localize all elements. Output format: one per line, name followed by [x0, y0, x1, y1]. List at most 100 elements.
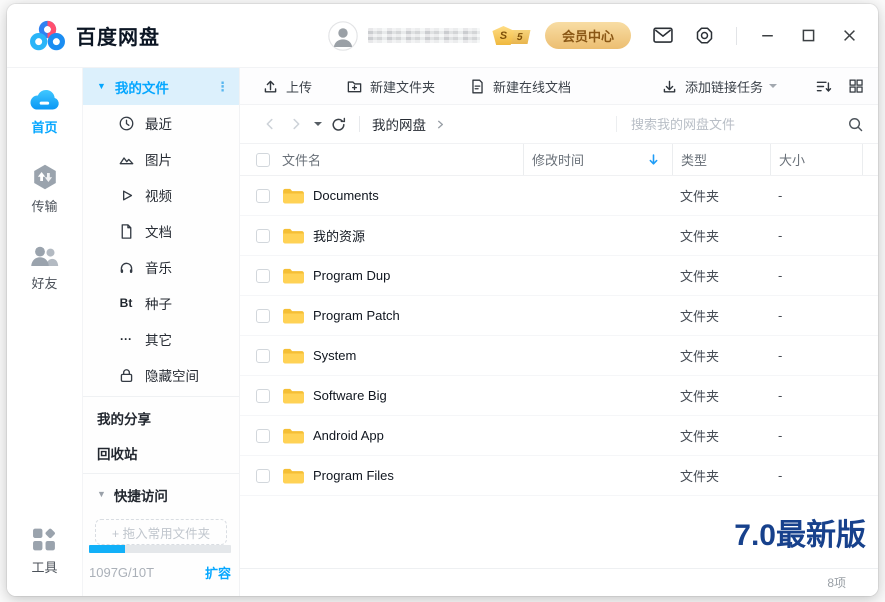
maximize-button[interactable]: [798, 25, 819, 46]
sidebar-item-label: 最近: [145, 113, 172, 133]
file-name[interactable]: Software Big: [313, 388, 387, 403]
sidebar-item-documents[interactable]: 文档: [83, 213, 239, 249]
file-size: -: [770, 268, 862, 283]
storage-section: 1097G/10T 扩容: [83, 545, 239, 596]
expand-storage-link[interactable]: 扩容: [205, 563, 231, 582]
file-name[interactable]: Android App: [313, 428, 384, 443]
file-name[interactable]: System: [313, 348, 356, 363]
row-checkbox[interactable]: [256, 389, 270, 403]
new-online-doc-icon: [469, 78, 486, 95]
sidebar-item-music[interactable]: 音乐: [83, 249, 239, 285]
sidebar-item-pictures[interactable]: 图片: [83, 141, 239, 177]
file-name[interactable]: 我的资源: [313, 226, 365, 245]
upload-button[interactable]: 上传: [262, 77, 312, 96]
row-checkbox[interactable]: [256, 429, 270, 443]
row-checkbox[interactable]: [256, 469, 270, 483]
column-header-modified-label: 修改时间: [532, 150, 584, 169]
sidebar-recycle-bin[interactable]: 回收站: [83, 435, 239, 470]
grid-view-icon[interactable]: [848, 78, 864, 94]
sidebar-item-other[interactable]: ··· 其它: [83, 321, 239, 357]
nav-friends-label: 好友: [31, 273, 57, 292]
sidebar-my-shares[interactable]: 我的分享: [83, 400, 239, 435]
add-link-task-button[interactable]: 添加链接任务: [661, 77, 777, 96]
table-row[interactable]: Documents 文件夹 -: [240, 176, 878, 216]
sidebar-item-torrents[interactable]: Bt 种子: [83, 285, 239, 321]
row-checkbox[interactable]: [256, 229, 270, 243]
file-name[interactable]: Documents: [313, 188, 379, 203]
search-input[interactable]: [631, 117, 841, 132]
statusbar: 8项: [240, 568, 878, 596]
table-row[interactable]: Program Dup 文件夹 -: [240, 256, 878, 296]
file-name[interactable]: Program Files: [313, 468, 394, 483]
sidebar-item-label: 音乐: [145, 257, 172, 277]
folder-icon: [282, 427, 305, 445]
new-online-doc-button[interactable]: 新建在线文档: [469, 77, 571, 96]
table-row[interactable]: Software Big 文件夹 -: [240, 376, 878, 416]
nav-home[interactable]: 首页: [7, 80, 82, 142]
folder-icon: [282, 347, 305, 365]
table-row[interactable]: Android App 文件夹 -: [240, 416, 878, 456]
table-row[interactable]: 我的资源 文件夹 -: [240, 216, 878, 256]
tools-grid-icon: [32, 527, 57, 552]
file-type: 文件夹: [672, 386, 770, 405]
sidebar-quick-access[interactable]: ▼ 快捷访问: [83, 477, 239, 512]
new-online-doc-label: 新建在线文档: [493, 77, 571, 96]
titlebar-right: S 5 会员中心: [328, 21, 860, 51]
row-checkbox[interactable]: [256, 189, 270, 203]
nav-tools[interactable]: 工具: [7, 520, 82, 582]
file-size: -: [770, 228, 862, 243]
row-checkbox[interactable]: [256, 269, 270, 283]
messages-icon[interactable]: [653, 27, 673, 44]
table-row[interactable]: Program Files 文件夹 -: [240, 456, 878, 496]
file-size: -: [770, 428, 862, 443]
svip-level-badge[interactable]: S 5: [492, 26, 529, 45]
sort-list-icon[interactable]: [815, 78, 832, 95]
file-name[interactable]: Program Patch: [313, 308, 400, 323]
vip-tier-icon: S: [492, 26, 514, 45]
sidebar-quick-access-label: 快捷访问: [114, 485, 168, 505]
table-row[interactable]: System 文件夹 -: [240, 336, 878, 376]
member-center-button[interactable]: 会员中心: [545, 22, 631, 49]
close-button[interactable]: [839, 25, 860, 46]
folder-icon: [282, 227, 305, 245]
toolbar: 上传 新建文件夹 新建在线文档: [240, 68, 878, 105]
new-folder-button[interactable]: 新建文件夹: [346, 77, 435, 96]
search-icon[interactable]: [847, 116, 864, 133]
secondary-sidebar: ▼ 我的文件 ⋮ 最近 图片: [83, 68, 240, 596]
nav-home-label: 首页: [31, 117, 57, 136]
sidebar-my-files[interactable]: ▼ 我的文件 ⋮: [83, 68, 239, 105]
sort-desc-arrow-icon[interactable]: [647, 153, 660, 166]
column-header-type[interactable]: 类型: [672, 144, 770, 175]
nav-transfer[interactable]: 传输: [7, 158, 82, 220]
breadcrumb[interactable]: 我的网盘: [372, 114, 426, 134]
file-type: 文件夹: [672, 266, 770, 285]
column-header-modified[interactable]: 修改时间: [523, 144, 672, 175]
sidebar-item-videos[interactable]: 视频: [83, 177, 239, 213]
column-header-name-label: 文件名: [282, 150, 321, 169]
minimize-button[interactable]: [757, 25, 778, 46]
nav-friends[interactable]: 好友: [7, 236, 82, 298]
settings-icon[interactable]: [695, 26, 714, 45]
table-row[interactable]: Program Patch 文件夹 -: [240, 296, 878, 336]
file-type: 文件夹: [672, 306, 770, 325]
column-header-size[interactable]: 大小: [770, 144, 862, 175]
forward-button[interactable]: [286, 114, 306, 134]
user-avatar[interactable]: [328, 21, 358, 51]
search-box: [616, 116, 864, 133]
folder-dropzone[interactable]: + 拖入常用文件夹: [95, 519, 227, 545]
sidebar-item-recent[interactable]: 最近: [83, 105, 239, 141]
column-header-name[interactable]: 文件名: [240, 144, 523, 175]
back-button[interactable]: [260, 114, 280, 134]
sidebar-item-hidden-space[interactable]: 隐藏空间: [83, 357, 239, 393]
select-all-checkbox[interactable]: [256, 153, 270, 167]
caret-down-icon[interactable]: ▼: [97, 81, 106, 91]
more-menu-icon[interactable]: ⋮: [216, 79, 229, 95]
sidebar-item-label: 隐藏空间: [145, 365, 199, 385]
row-checkbox[interactable]: [256, 309, 270, 323]
row-checkbox[interactable]: [256, 349, 270, 363]
column-header-size-label: 大小: [779, 150, 805, 169]
app-title: 百度网盘: [76, 21, 160, 50]
file-name[interactable]: Program Dup: [313, 268, 390, 283]
refresh-button[interactable]: [328, 114, 349, 135]
history-caret-icon[interactable]: [314, 122, 322, 130]
